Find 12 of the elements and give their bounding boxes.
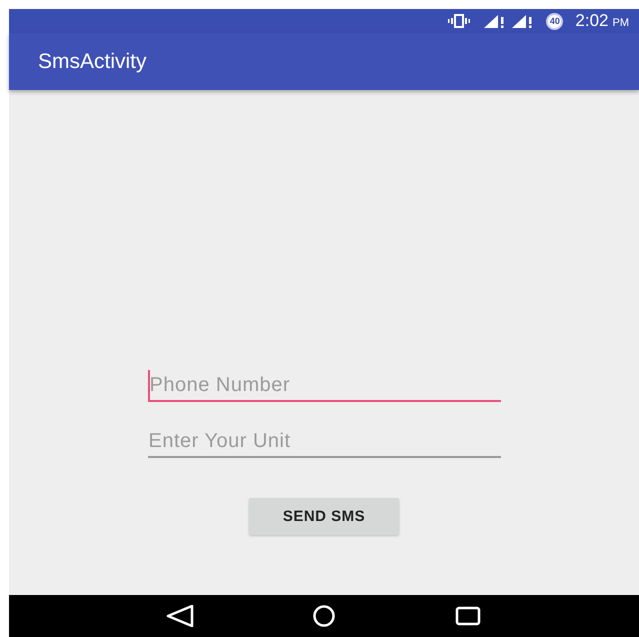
send-button[interactable]: SEND SMS (249, 498, 399, 535)
text-field[interactable]: Phone Number (148, 370, 500, 402)
app-title: SmsActivity (38, 50, 147, 74)
signal-icon (484, 14, 506, 28)
clock-time: 2:02 (575, 11, 608, 31)
back-icon[interactable] (166, 605, 194, 627)
vibrate-icon (448, 14, 470, 28)
signal-icon (512, 14, 534, 28)
recents-icon[interactable] (454, 605, 482, 627)
text-field[interactable]: Enter Your Unit (148, 426, 500, 458)
clock-meridiem: PM (612, 16, 629, 28)
battery-level: 40 (546, 12, 564, 30)
